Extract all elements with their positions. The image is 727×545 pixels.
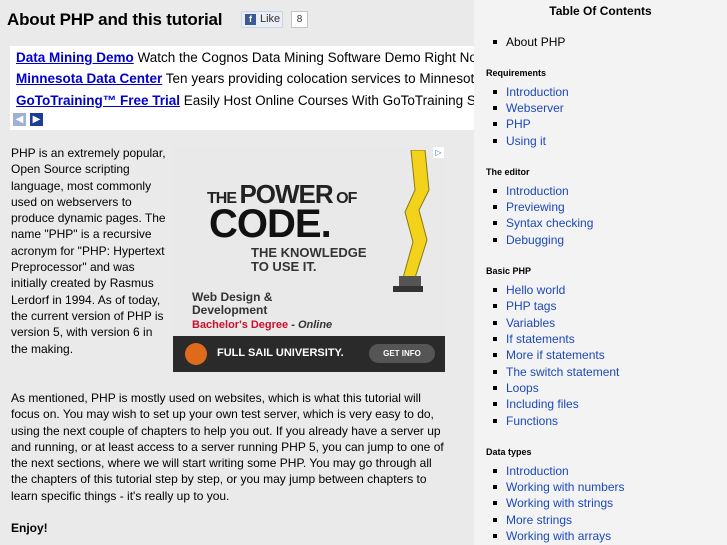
bullet-icon [493, 352, 497, 357]
ad-description: Ten years providing colocation services … [165, 71, 474, 86]
toc-item[interactable]: More strings [493, 513, 572, 527]
enjoy-text: Enjoy! [11, 521, 48, 535]
banner-university: FULL SAIL UNIVERSITY. [217, 347, 344, 359]
toc-item[interactable]: Syntax checking [493, 216, 593, 230]
banner-program: Web Design & Development [192, 290, 273, 317]
toc-item[interactable]: Introduction [493, 85, 569, 99]
ad-prev-arrow-icon[interactable]: ◀ [13, 113, 26, 126]
toc-title: Table Of Contents [549, 4, 652, 18]
toc-item[interactable]: Including files [493, 397, 579, 411]
toc-item[interactable]: Webserver [493, 101, 564, 115]
toc-item[interactable]: PHP tags [493, 299, 556, 313]
bullet-icon [493, 336, 497, 341]
bullet-icon [493, 220, 497, 225]
facebook-icon: f [245, 14, 256, 25]
bullet-icon [493, 138, 497, 143]
intro-paragraph: PHP is an extremely popular, Open Source… [11, 146, 166, 356]
bullet-icon [493, 484, 497, 489]
bullet-icon [493, 369, 497, 374]
toc-item[interactable]: Working with strings [493, 496, 613, 510]
toc-item[interactable]: Previewing [493, 200, 565, 214]
bullet-icon [493, 39, 497, 44]
ad-row: GoToTraining™ Free Trial Easily Host Onl… [16, 93, 474, 108]
toc-sidebar: Table Of Contents About PHP Requirements… [474, 0, 727, 545]
toc-item[interactable]: If statements [493, 332, 575, 346]
main-content: About PHP and this tutorial f Like 8 Dat… [0, 0, 474, 545]
toc-section-heading: Data types [486, 447, 532, 457]
bullet-icon [493, 533, 497, 538]
bullet-icon [493, 385, 497, 390]
toc-item[interactable]: Hello world [493, 283, 565, 297]
toc-item[interactable]: Debugging [493, 233, 564, 247]
robot-arm-icon [393, 150, 430, 292]
toc-item[interactable]: The switch statement [493, 365, 619, 379]
page-title: About PHP and this tutorial [7, 10, 223, 29]
bullet-icon [493, 121, 497, 126]
ad-row: Data Mining Demo Watch the Cognos Data M… [16, 50, 474, 65]
bullet-icon [493, 418, 497, 423]
toc-item[interactable]: Using it [493, 134, 546, 148]
ad-link[interactable]: Minnesota Data Center [16, 71, 162, 86]
bullet-icon [493, 320, 497, 325]
toc-item[interactable]: Introduction [493, 184, 569, 198]
bullet-icon [493, 517, 497, 522]
toc-item[interactable]: Variables [493, 316, 555, 330]
banner-footer: FULL SAIL UNIVERSITY. GET INFO [173, 336, 445, 372]
bullet-icon [493, 500, 497, 505]
full-sail-logo-icon [185, 343, 207, 365]
banner-degree: Bachelor's Degree - Online [192, 319, 333, 331]
toc-item[interactable]: Working with numbers [493, 480, 625, 494]
toc-section-heading: Basic PHP [486, 266, 532, 276]
bullet-icon [493, 468, 497, 473]
ad-next-arrow-icon[interactable]: ▶ [30, 113, 43, 126]
bullet-icon [493, 105, 497, 110]
banner-ad[interactable]: THE POWER OF CODE. THE KNOWLEDGE TO USE I… [173, 146, 445, 372]
adchoices-icon[interactable]: ▷ [433, 147, 444, 158]
toc-item[interactable]: Introduction [493, 464, 569, 478]
bullet-icon [493, 204, 497, 209]
toc-item[interactable]: Working with arrays [493, 529, 611, 543]
toc-item[interactable]: Functions [493, 414, 558, 428]
banner-headline-2: CODE. [209, 202, 332, 246]
ad-description: Easily Host Online Courses With GoToTrai… [183, 93, 474, 108]
bullet-icon [493, 188, 497, 193]
toc-item[interactable]: PHP [493, 117, 531, 131]
bullet-icon [493, 401, 497, 406]
ad-link[interactable]: Data Mining Demo [16, 50, 134, 65]
ad-row: Minnesota Data Center Ten years providin… [16, 71, 474, 86]
like-count: 8 [291, 11, 308, 28]
toc-item[interactable]: More if statements [493, 348, 605, 362]
bullet-icon [493, 237, 497, 242]
get-info-button[interactable]: GET INFO [369, 344, 435, 363]
bullet-icon [493, 303, 497, 308]
ad-description: Watch the Cognos Data Mining Software De… [137, 50, 474, 65]
toc-item[interactable]: Loops [493, 381, 539, 395]
toc-section-heading: The editor [486, 167, 530, 177]
toc-section-heading: Requirements [486, 68, 547, 78]
like-label: Like [260, 13, 281, 25]
facebook-like-button[interactable]: f Like [241, 11, 283, 28]
ad-link[interactable]: GoToTraining™ Free Trial [16, 93, 180, 108]
body-paragraph: As mentioned, PHP is mostly used on webs… [11, 391, 444, 503]
toc-item[interactable]: About PHP [493, 35, 565, 49]
banner-tagline: THE KNOWLEDGE TO USE IT. [251, 245, 367, 274]
bullet-icon [493, 89, 497, 94]
text-ad-box: Data Mining Demo Watch the Cognos Data M… [10, 46, 474, 130]
bullet-icon [493, 287, 497, 292]
